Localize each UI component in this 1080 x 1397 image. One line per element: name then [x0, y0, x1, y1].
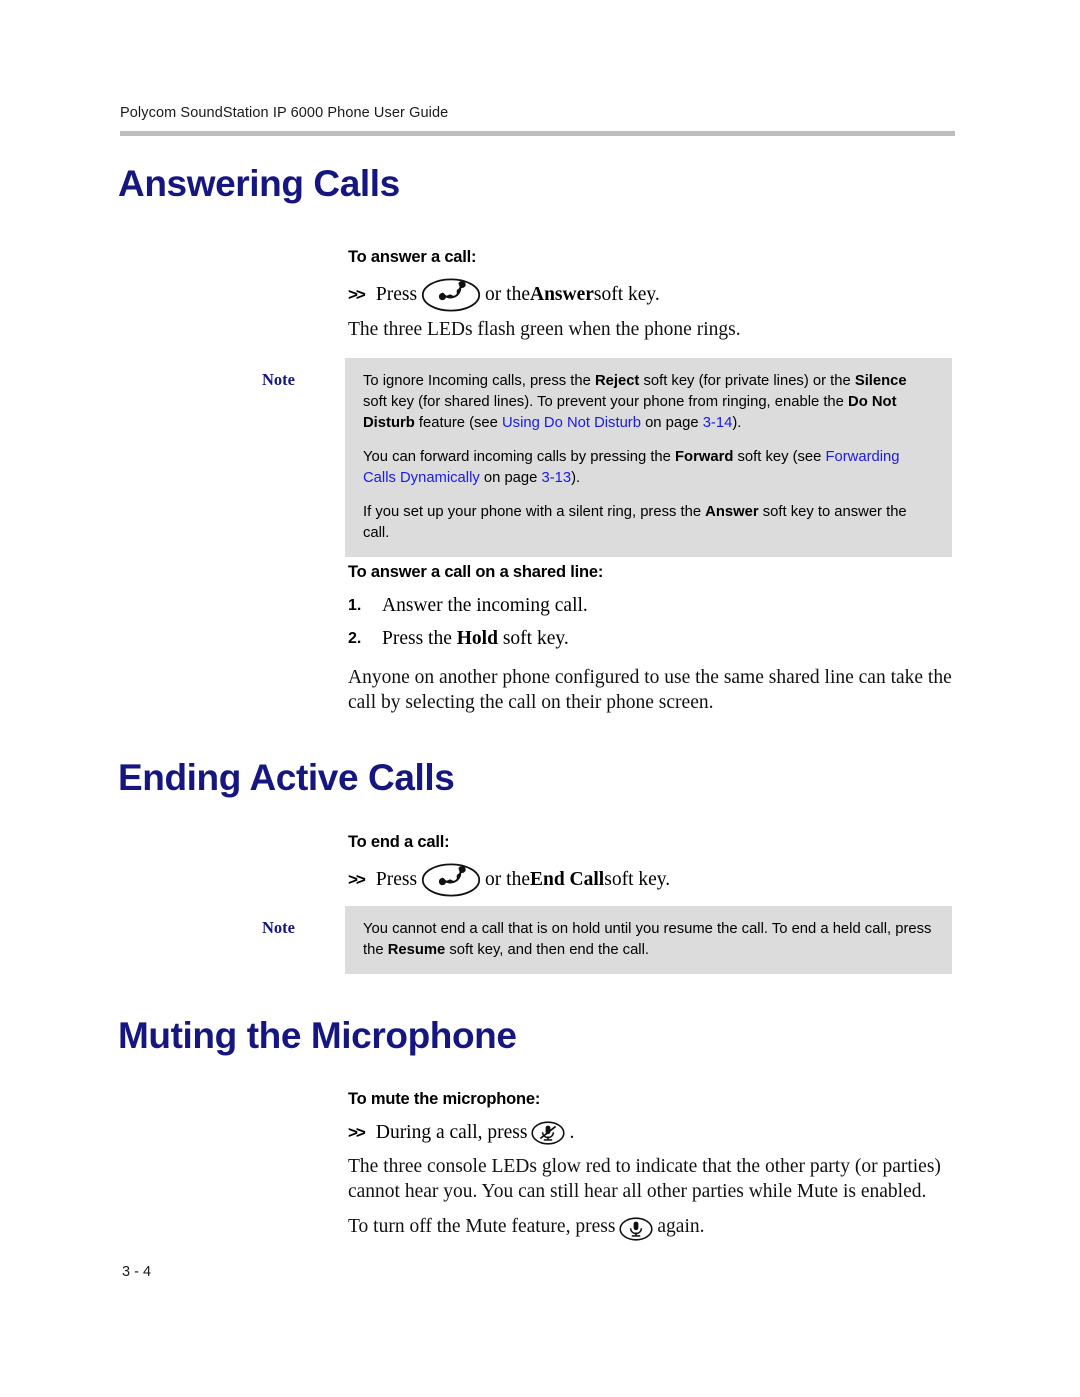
step-number: 1.: [348, 597, 362, 614]
phone-handset-icon: [421, 863, 481, 897]
note-text: To ignore Incoming calls, press the: [363, 373, 595, 389]
procedure-title-mute-microphone: To mute the microphone:: [348, 1090, 541, 1108]
step-text-pre: Press: [375, 869, 418, 890]
document-page: Polycom SoundStation IP 6000 Phone User …: [0, 0, 1080, 1397]
note-text: ).: [732, 415, 742, 431]
answer-followup-text: The three LEDs flash green when the phon…: [348, 319, 741, 340]
softkey-resume-label: Resume: [387, 942, 446, 958]
note-paragraph-1: To ignore Incoming calls, press the Reje…: [363, 371, 934, 434]
step-arrow-marker: >>: [348, 1123, 366, 1142]
list-item: 1. Answer the incoming call.: [348, 593, 956, 618]
step-press-answer: >> Press or the Answer soft key.: [348, 278, 956, 312]
running-header: Polycom SoundStation IP 6000 Phone User …: [120, 105, 449, 121]
step-text-mid: or the: [485, 284, 530, 305]
muting-procedure: To mute the microphone: >> During a call…: [348, 1090, 956, 1248]
step-text-mid: or the: [485, 869, 530, 890]
softkey-reject-label: Reject: [594, 373, 640, 389]
softkey-answer-label: Answer: [705, 504, 759, 520]
microphone-icon: [619, 1217, 654, 1241]
step-text-post: soft key.: [593, 284, 660, 305]
mute-toggle-off-text: To turn off the Mute feature, press agai…: [348, 1214, 956, 1241]
step-text-post: soft key.: [604, 869, 671, 890]
softkey-answer-label: Answer: [529, 284, 594, 305]
ending-procedure: To end a call: >> Press or the End Call …: [348, 833, 956, 902]
note-text: soft key (see: [733, 449, 826, 465]
note-text: You can forward incoming calls by pressi…: [363, 449, 675, 465]
procedure-title-answer-call: To answer a call:: [348, 248, 477, 266]
answering-procedure-1: To answer a call: >> Press or the Answer…: [348, 248, 956, 349]
step-press-mute: >> During a call, press .: [348, 1120, 956, 1146]
note-text: If you set up your phone with a silent r…: [363, 504, 706, 520]
note-label: Note: [262, 370, 295, 389]
mute-off-text-post: again.: [657, 1216, 705, 1237]
shared-line-step-list: 1. Answer the incoming call. 2. Press th…: [348, 593, 956, 651]
procedure-title-answer-shared-line: To answer a call on a shared line:: [348, 563, 604, 581]
step-arrow-marker: >>: [348, 870, 366, 889]
step-arrow-marker: >>: [348, 285, 366, 304]
note-text: soft key (for private lines) or the: [639, 373, 855, 389]
cross-reference-page-3-14[interactable]: 3-14: [703, 415, 733, 431]
step-text-post: soft key.: [497, 628, 569, 649]
note-box: To ignore Incoming calls, press the Reje…: [345, 358, 952, 557]
softkey-end-call-label: End Call: [529, 869, 605, 890]
shared-line-followup-text: Anyone on another phone configured to us…: [348, 667, 952, 713]
softkey-hold-label: Hold: [456, 628, 498, 649]
header-rule: [120, 131, 955, 136]
heading-muting-the-microphone: Muting the Microphone: [118, 1015, 517, 1056]
step-text: Answer the incoming call.: [382, 595, 588, 616]
note-box: You cannot end a call that is on hold un…: [345, 906, 952, 974]
cross-reference-link-using-dnd[interactable]: Using Do Not Disturb: [502, 415, 641, 431]
list-item: 2. Press the Hold soft key.: [348, 626, 956, 651]
note-text: soft key, and then end the call.: [445, 942, 649, 958]
page-number: 3 - 4: [122, 1264, 152, 1280]
heading-answering-calls: Answering Calls: [118, 163, 400, 204]
procedure-title-end-call: To end a call:: [348, 833, 450, 851]
note-paragraph-3: If you set up your phone with a silent r…: [363, 502, 934, 544]
step-text-post: .: [569, 1122, 575, 1143]
note-paragraph-1: You cannot end a call that is on hold un…: [363, 919, 934, 961]
note-text: on page: [479, 470, 542, 486]
note-text: on page: [640, 415, 703, 431]
step-text-pre: During a call, press: [375, 1122, 528, 1143]
note-text: feature (see: [414, 415, 502, 431]
note-text: ).: [571, 470, 581, 486]
step-number: 2.: [348, 630, 362, 647]
note-label: Note: [262, 918, 295, 937]
mute-description-text: The three console LEDs glow red to indic…: [348, 1156, 941, 1202]
answering-procedure-2: To answer a call on a shared line: 1. An…: [348, 563, 956, 722]
heading-ending-active-calls: Ending Active Calls: [118, 757, 455, 798]
softkey-silence-label: Silence: [854, 373, 907, 389]
note-paragraph-2: You can forward incoming calls by pressi…: [363, 447, 934, 489]
step-text-pre: Press: [375, 284, 418, 305]
softkey-forward-label: Forward: [675, 449, 734, 465]
microphone-mute-icon: [531, 1121, 566, 1145]
cross-reference-page-3-13[interactable]: 3-13: [541, 470, 571, 486]
phone-handset-icon: [421, 278, 481, 312]
note-text: soft key (for shared lines). To prevent …: [363, 394, 849, 410]
step-text-pre: Press the: [382, 628, 457, 649]
step-press-end-call: >> Press or the End Call soft key.: [348, 863, 956, 897]
mute-off-text-pre: To turn off the Mute feature, press: [348, 1216, 616, 1237]
